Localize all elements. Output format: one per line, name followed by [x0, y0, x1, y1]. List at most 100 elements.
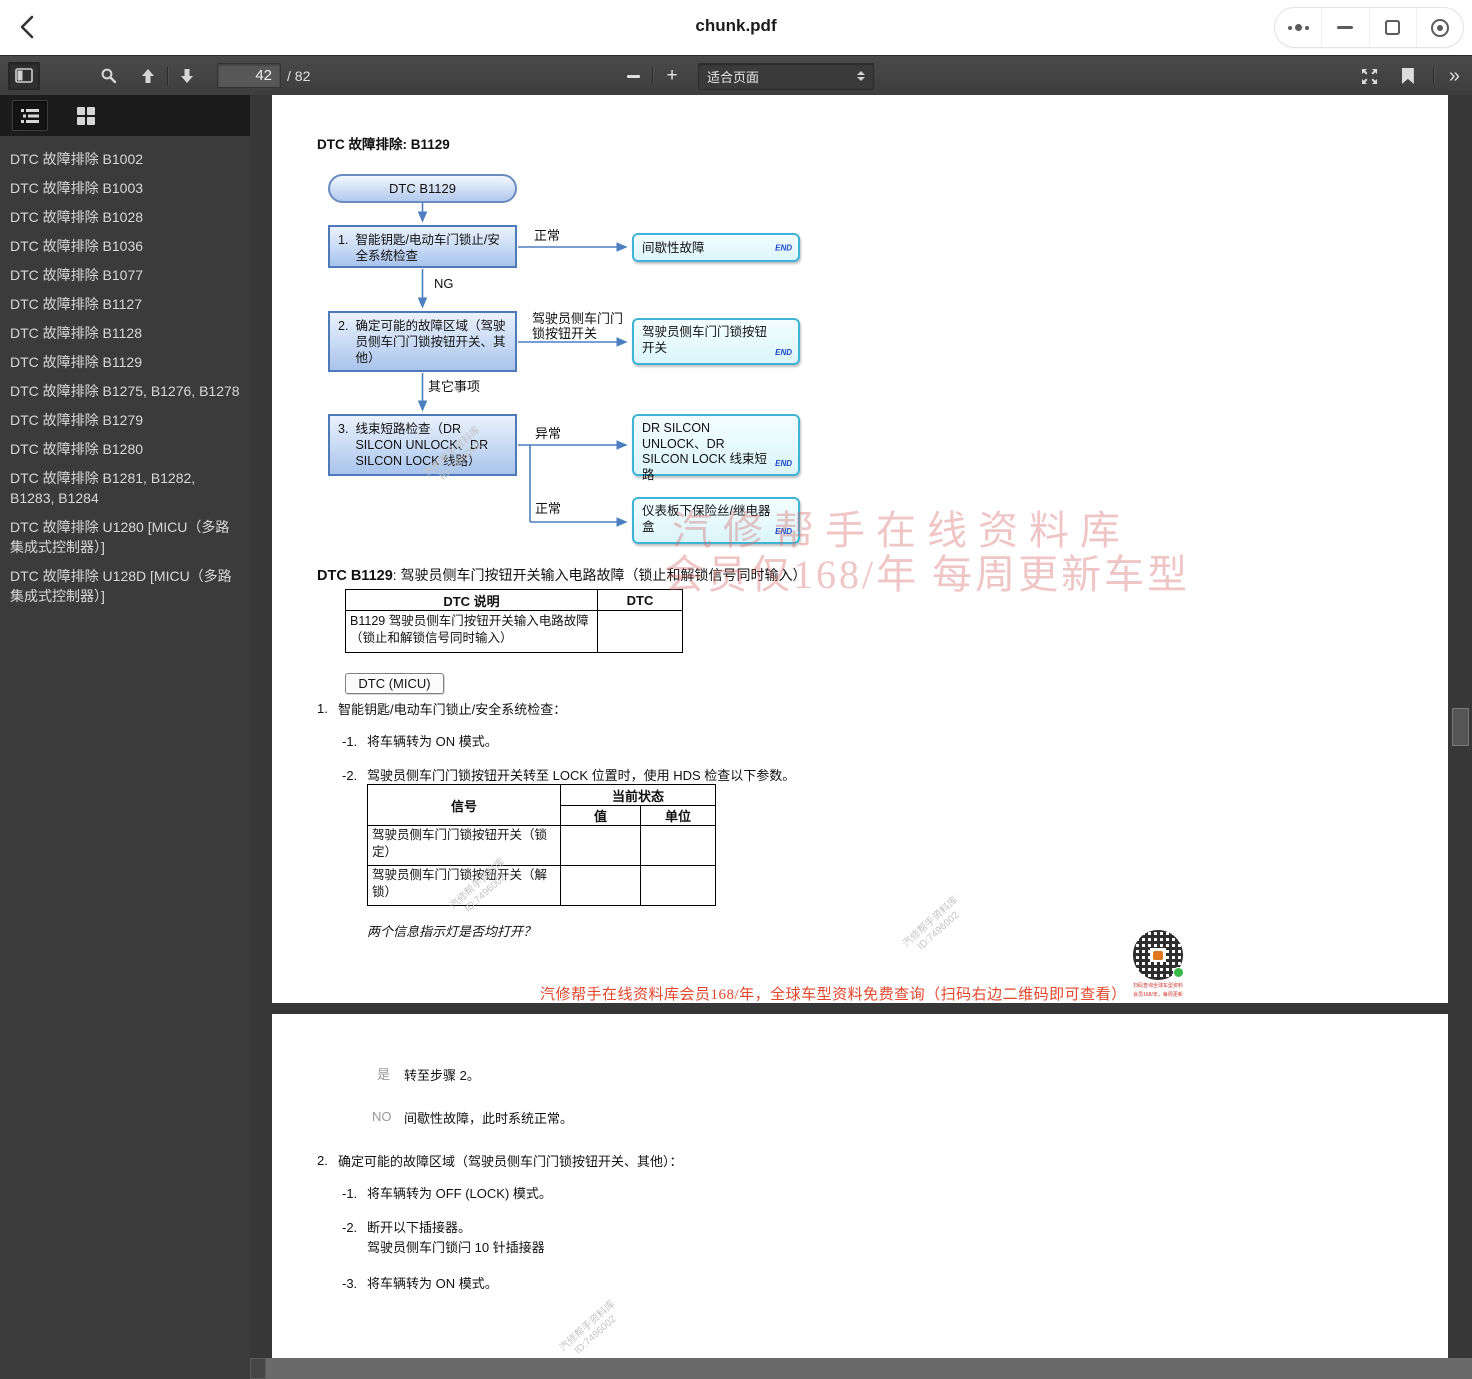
table-header: 信号 — [368, 785, 561, 826]
question-text: 两个信息指示灯是否均打开？ — [367, 921, 536, 940]
sidebar-panel-icon — [15, 68, 33, 83]
more-dots-icon — [1288, 24, 1309, 31]
list-number: -2. — [342, 1219, 357, 1236]
outline-item[interactable]: DTC 故障排除 U1280 [MICU（多路集成式控制器）] — [10, 517, 242, 557]
watermark-big-line2: 会员仅168/年 每周更新车型 — [664, 542, 1190, 600]
vertical-scrollbar-thumb[interactable] — [1452, 708, 1469, 746]
restore-window-icon — [1385, 20, 1400, 35]
viewer-area: DTC 故障排除: B1129 DTC B1129 1. 智能钥匙/电动车门锁止… — [250, 95, 1472, 1379]
end-tag: END — [775, 456, 792, 472]
table-header: 值 — [561, 806, 641, 826]
step-number: 3. — [338, 421, 348, 474]
table-cell-empty — [598, 611, 683, 653]
previous-page-button[interactable] — [132, 62, 164, 90]
table-cell: B1129 驾驶员侧车门按钮开关输入电路故障（锁止和解锁信号同时输入） — [346, 611, 598, 653]
titlebar: chunk.pdf — [0, 0, 1472, 55]
list-text: 将车辆转为 ON 模式。 — [367, 733, 498, 750]
table-cell: 驾驶员侧车门门锁按钮开关（锁定） — [368, 826, 561, 866]
sidebar: DTC 故障排除 B1002 DTC 故障排除 B1003 DTC 故障排除 B… — [0, 95, 250, 1379]
list-number: 1. — [317, 700, 328, 717]
minimize-button[interactable] — [1321, 8, 1368, 47]
branch-label-ng: NG — [434, 276, 454, 291]
list-text: 将车辆转为 OFF (LOCK) 模式。 — [367, 1185, 552, 1202]
watermark-id-stamp: 汽修帮手资料库 ID:7496002 — [558, 1299, 626, 1364]
arrow-up-icon — [140, 68, 156, 84]
pdf-page-1: DTC 故障排除: B1129 DTC B1129 1. 智能钥匙/电动车门锁止… — [272, 95, 1448, 1003]
outline-item[interactable]: DTC 故障排除 U128D [MICU（多路集成式控制器）] — [10, 566, 242, 606]
page-count-label: / 82 — [287, 68, 310, 84]
fullscreen-button[interactable] — [1354, 62, 1386, 90]
table-cell-empty — [641, 866, 716, 906]
branch-label-abnormal: 异常 — [535, 426, 561, 441]
pdf-toolbar: / 82 + 适合页面 — [0, 55, 1472, 95]
end-text: 驾驶员侧车门门锁按钮开关 — [642, 325, 767, 355]
document-title: chunk.pdf — [0, 16, 1472, 36]
branch-label-switch: 驾驶员侧车门门锁按钮开关 — [532, 311, 626, 341]
more-menu-button[interactable] — [1275, 8, 1321, 47]
end-tag: END — [775, 240, 792, 256]
outline-view-button[interactable] — [12, 100, 48, 131]
list-text: 确定可能的故障区域（驾驶员侧车门门锁按钮开关、其他）： — [338, 1153, 683, 1170]
horizontal-scrollbar-end[interactable] — [250, 1358, 266, 1379]
answer-text: 转至步骤 2。 — [404, 1067, 480, 1084]
flow-step-1: 1. 智能钥匙/电动车门锁止/安全系统检查 — [328, 225, 517, 268]
pdf-page-2: 是 转至步骤 2。 NO 间歇性故障，此时系统正常。 2. 确定可能的故障区域（… — [272, 1014, 1448, 1358]
outline-list: DTC 故障排除 B1002 DTC 故障排除 B1003 DTC 故障排除 B… — [0, 136, 250, 615]
more-tools-button[interactable]: » — [1443, 66, 1466, 86]
list-number: 2. — [317, 1152, 328, 1169]
horizontal-scrollbar-track[interactable] — [250, 1358, 1472, 1379]
outline-item[interactable]: DTC 故障排除 B1280 — [10, 439, 242, 459]
zoom-level-select[interactable]: 适合页面 — [698, 63, 874, 90]
thumbnails-grid-icon — [77, 107, 95, 125]
outline-item[interactable]: DTC 故障排除 B1279 — [10, 410, 242, 430]
outline-item[interactable]: DTC 故障排除 B1003 — [10, 178, 242, 198]
dtc-micu-button[interactable]: DTC (MICU) — [345, 673, 444, 694]
zoom-out-button[interactable] — [617, 62, 649, 90]
list-number: -1. — [342, 1185, 357, 1202]
outline-item[interactable]: DTC 故障排除 B1281, B1282, B1283, B1284 — [10, 468, 242, 508]
close-circle-button[interactable] — [1416, 8, 1463, 47]
toolbar-divider — [652, 67, 653, 85]
table-cell-empty — [561, 866, 641, 906]
search-button[interactable] — [92, 62, 124, 90]
end-text: DR SILCON UNLOCK、DR SILCON LOCK 线束短路 — [642, 421, 767, 482]
table-cell-empty — [561, 826, 641, 866]
toolbar-right-group: » — [1354, 56, 1466, 96]
select-arrows-icon — [857, 71, 865, 81]
zoom-in-button[interactable]: + — [656, 62, 688, 90]
outline-item[interactable]: DTC 故障排除 B1028 — [10, 207, 242, 227]
toolbar-divider — [1433, 67, 1434, 85]
plus-icon: + — [666, 65, 677, 87]
table-header: 当前状态 — [561, 785, 716, 806]
qr-logo-icon — [1153, 951, 1163, 960]
outline-item[interactable]: DTC 故障排除 B1129 — [10, 352, 242, 372]
list-number: -1. — [342, 733, 357, 750]
list-text: 断开以下插接器。 — [367, 1219, 471, 1236]
restore-button[interactable] — [1369, 8, 1416, 47]
outline-item[interactable]: DTC 故障排除 B1127 — [10, 294, 242, 314]
zoom-level-value: 适合页面 — [707, 67, 857, 86]
sidebar-toggle-button[interactable] — [8, 62, 40, 90]
next-page-button[interactable] — [171, 62, 203, 90]
wechat-icon — [1173, 967, 1184, 978]
table-cell-empty — [641, 826, 716, 866]
table-header: 单位 — [641, 806, 716, 826]
bookmark-icon — [1402, 68, 1414, 84]
outline-item[interactable]: DTC 故障排除 B1077 — [10, 265, 242, 285]
outline-item[interactable]: DTC 故障排除 B1128 — [10, 323, 242, 343]
step-text: 智能钥匙/电动车门锁止/安全系统检查 — [355, 232, 509, 266]
outline-item[interactable]: DTC 故障排除 B1002 — [10, 149, 242, 169]
branch-label-other: 其它事项 — [428, 379, 480, 394]
search-icon — [100, 67, 117, 84]
outline-item[interactable]: DTC 故障排除 B1036 — [10, 236, 242, 256]
outline-list-icon — [21, 108, 39, 124]
dtc-code: DTC B1129 — [317, 568, 393, 584]
end-tag: END — [775, 345, 792, 361]
page-number-input[interactable] — [217, 63, 281, 88]
promo-text: 汽修帮手在线资料库会员168/年，全球车型资料免费查询（扫码右边二维码即可查看） — [540, 983, 1127, 1004]
flow-start-node: DTC B1129 — [328, 174, 517, 203]
thumbnails-view-button[interactable] — [68, 100, 104, 131]
bookmark-button[interactable] — [1392, 62, 1424, 90]
answer-label-no: NO — [372, 1108, 392, 1125]
outline-item[interactable]: DTC 故障排除 B1275, B1276, B1278 — [10, 381, 242, 401]
